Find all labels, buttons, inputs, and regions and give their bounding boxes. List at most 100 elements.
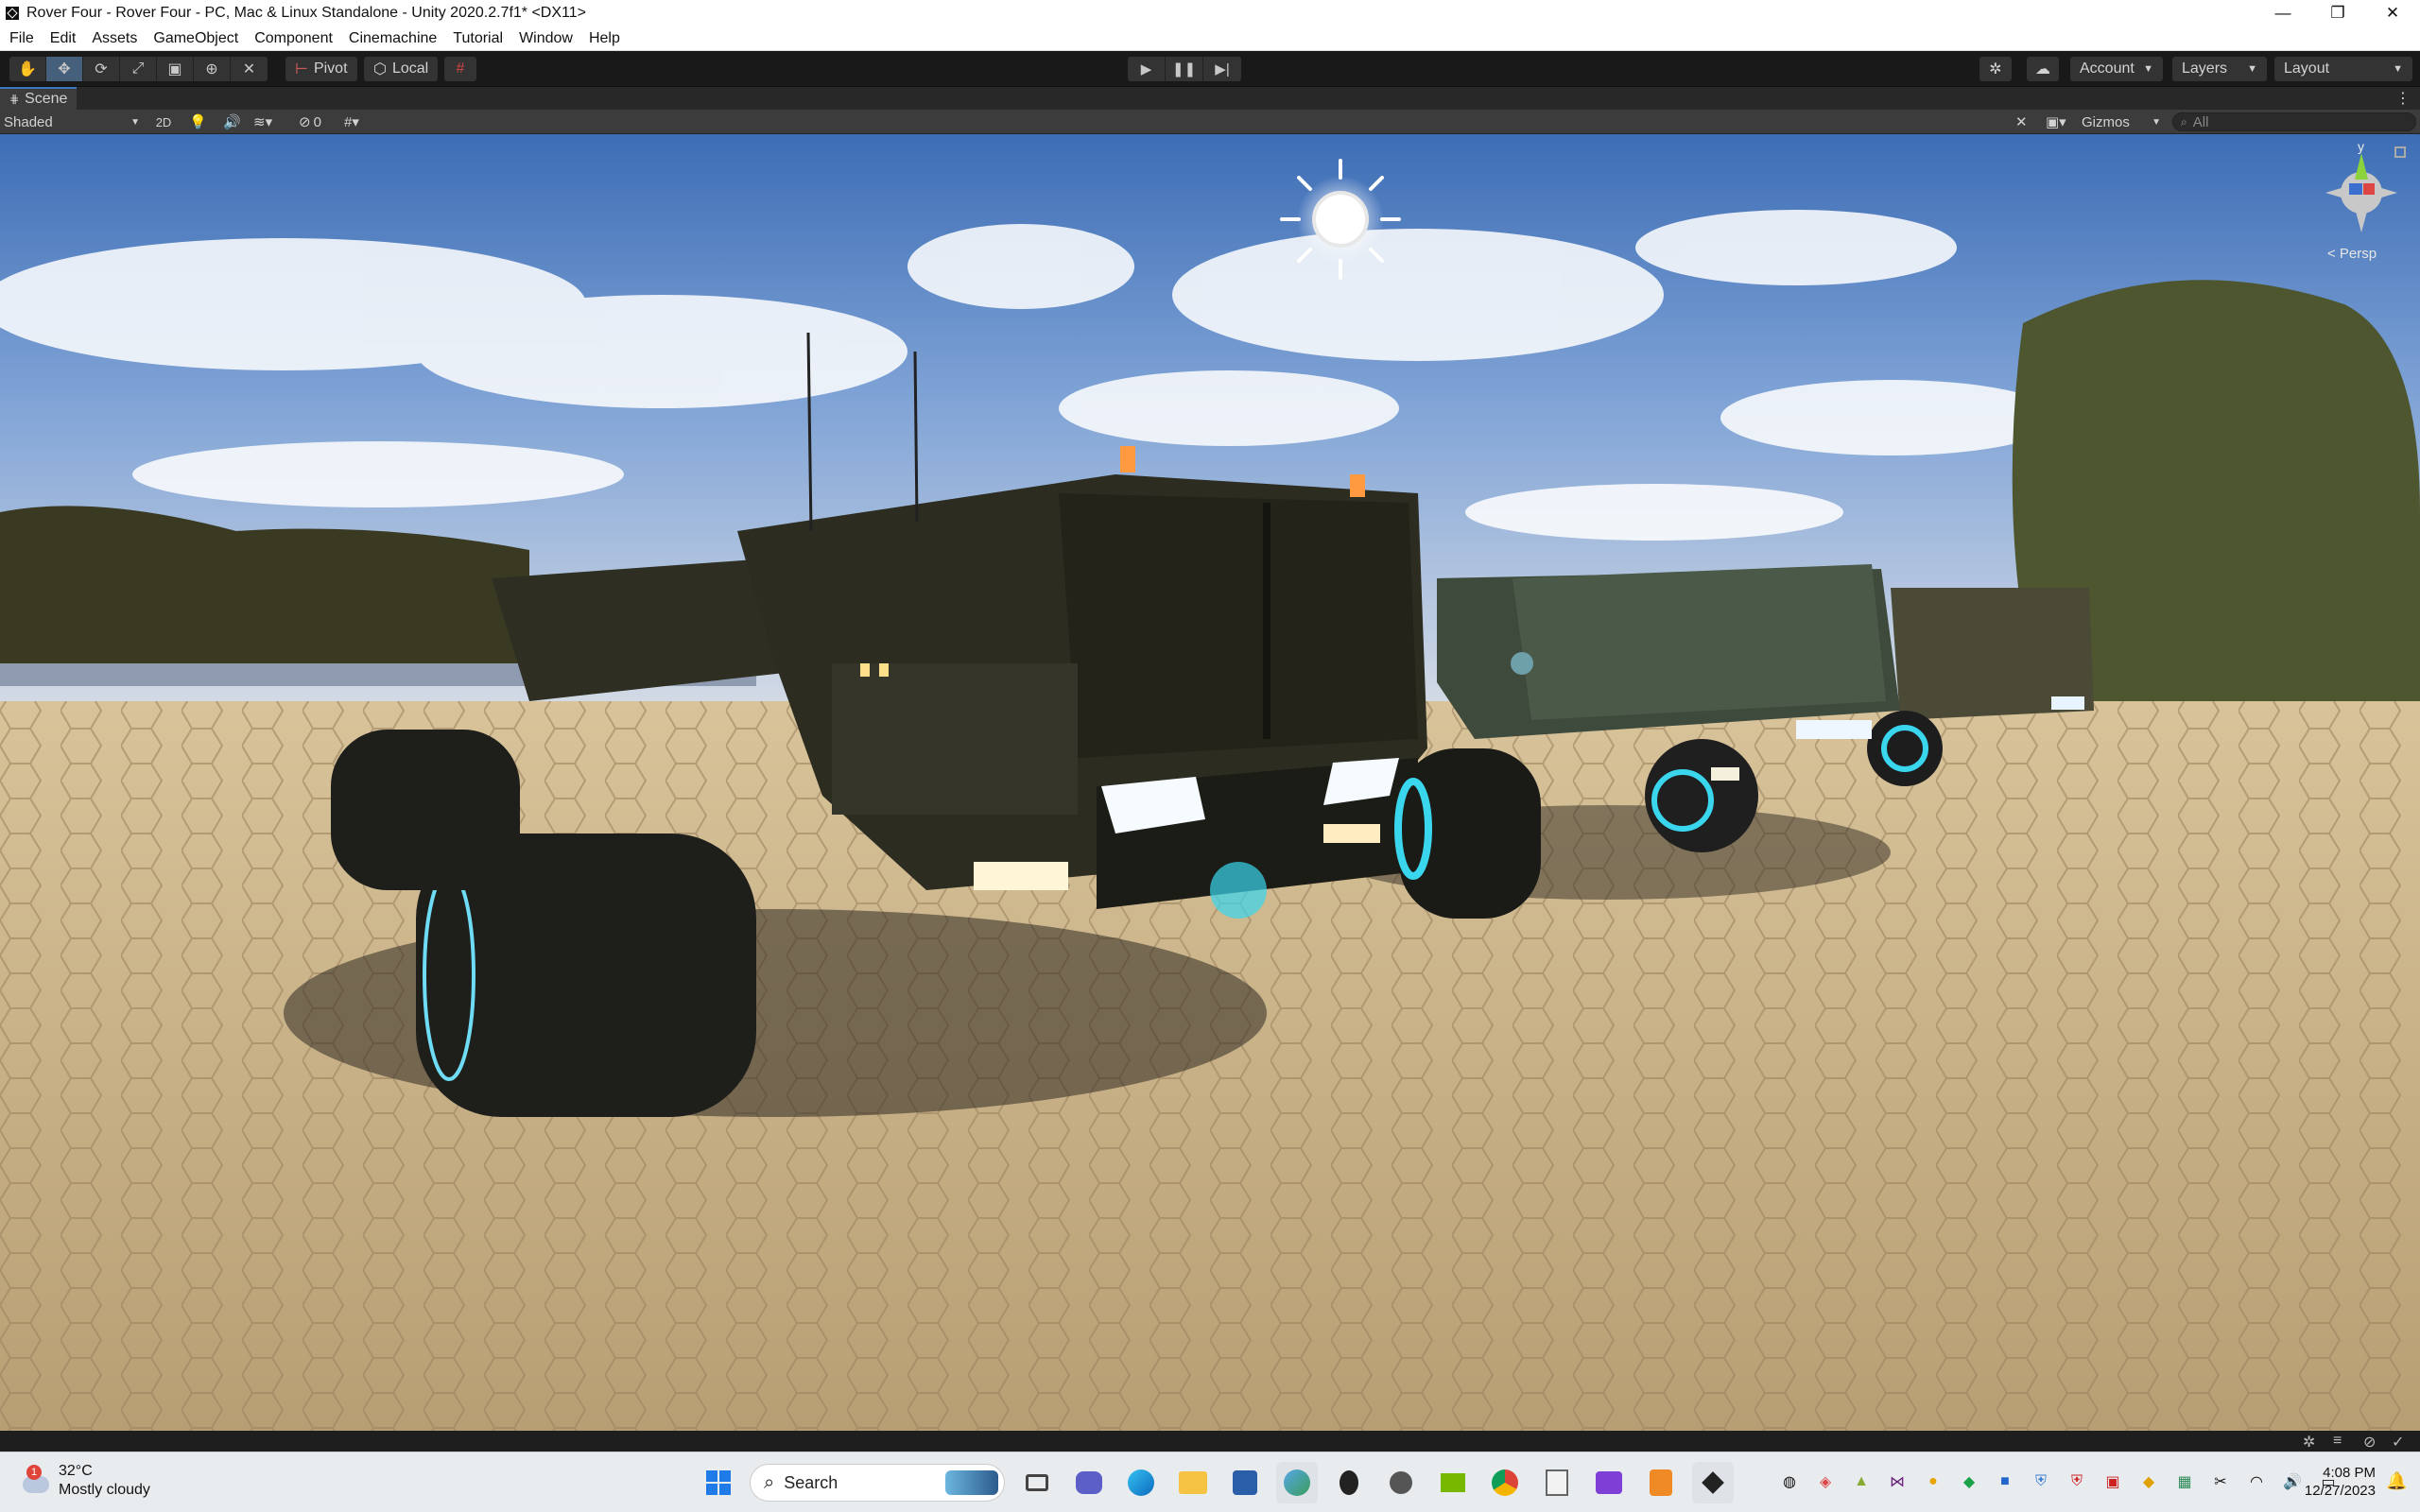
lighting-icon[interactable]: 💡 (189, 112, 207, 131)
pivot-label: Pivot (313, 60, 348, 77)
draw-mode-label: Shaded (4, 113, 53, 130)
chevron-down-icon: ▼ (2152, 116, 2161, 128)
step-button[interactable]: ▶| (1203, 57, 1241, 81)
rect-tool-icon[interactable]: ▣ (157, 57, 194, 81)
transform-tools: ✋ ✥ ⟳ ⤢ ▣ ⊕ ✕ (9, 57, 268, 81)
audio-icon[interactable]: 🔊 (223, 112, 241, 131)
tray-app-icon[interactable]: ▦ (2172, 1469, 2197, 1494)
hidden-count: 0 (313, 113, 321, 130)
custom-tool-icon[interactable]: ✕ (231, 57, 268, 81)
wifi-icon[interactable]: ◠ (2244, 1469, 2269, 1494)
sublime-icon[interactable] (1640, 1462, 1682, 1503)
weather-widget[interactable]: 1 32°C Mostly cloudy (19, 1462, 150, 1500)
tray-app-icon[interactable]: ⛨ (2065, 1469, 2089, 1494)
tray-app-icon[interactable]: ◆ (1957, 1469, 1981, 1494)
pivot-toggle[interactable]: ⊢ Pivot (285, 57, 357, 81)
gizmos-dropdown[interactable]: Gizmos ▼ (2082, 112, 2161, 131)
nvidia-icon[interactable] (1432, 1462, 1474, 1503)
menu-edit[interactable]: Edit (50, 30, 77, 47)
taskbar-apps: ⌕ Search (698, 1462, 1744, 1503)
tray-app-icon[interactable]: ■ (1993, 1469, 2017, 1494)
alien-app-icon[interactable] (1328, 1462, 1370, 1503)
visual-studio-icon[interactable]: ⋈ (1885, 1469, 1910, 1494)
scene-view-bar: Shaded ▼ 2D 💡 🔊 ≋▾ ⊘ 0 #▾ ✕ ▣▾ Gizmos ▼ … (0, 110, 2420, 134)
minimize-button[interactable]: — (2256, 0, 2310, 26)
taskbar-clock[interactable]: 4:08 PM 12/27/2023 (2292, 1464, 2376, 1500)
start-icon[interactable] (698, 1462, 739, 1503)
browser-icon[interactable] (1276, 1462, 1318, 1503)
layers-dropdown[interactable]: Layers ▼ (2172, 57, 2267, 81)
file-explorer-icon[interactable] (1172, 1462, 1214, 1503)
hand-tool-icon[interactable]: ✋ (9, 57, 46, 81)
menu-assets[interactable]: Assets (92, 30, 137, 47)
store-icon[interactable] (1224, 1462, 1266, 1503)
tab-scene[interactable]: ⋕ Scene (0, 87, 78, 110)
search-highlight-icon (945, 1470, 998, 1495)
unity-taskbar-icon[interactable] (1692, 1462, 1734, 1503)
grid-snap-button[interactable]: # (444, 57, 476, 81)
tray-app-icon[interactable]: ● (1921, 1469, 1945, 1494)
rotate-tool-icon[interactable]: ⟳ (83, 57, 120, 81)
edge-icon[interactable] (1120, 1462, 1162, 1503)
layers-status-icon[interactable]: ≡ (2333, 1433, 2342, 1450)
account-dropdown[interactable]: Account ▼ (2070, 57, 2163, 81)
tray-app-icon[interactable]: ◈ (1813, 1469, 1838, 1494)
weather-badge: 1 (26, 1465, 42, 1480)
draw-mode-dropdown[interactable]: Shaded ▼ (4, 112, 140, 131)
move-tool-icon[interactable]: ✥ (46, 57, 83, 81)
menu-cinemachine[interactable]: Cinemachine (349, 30, 437, 47)
task-view-icon[interactable] (1016, 1462, 1058, 1503)
clock-date: 12/27/2023 (2304, 1483, 2376, 1499)
check-icon[interactable]: ✓ (2392, 1433, 2404, 1452)
scene-search-input[interactable]: ⌕ All (2172, 112, 2416, 131)
tray-app-icon[interactable]: ▣ (2100, 1469, 2125, 1494)
tray-app-icon[interactable]: ✂ (2208, 1469, 2233, 1494)
play-button[interactable]: ▶ (1128, 57, 1166, 81)
os-taskbar: 1 32°C Mostly cloudy ⌕ Search ◍ ◈ ▲ ⋈ ● … (0, 1452, 2420, 1512)
game-app-icon[interactable] (1380, 1462, 1422, 1503)
xbox-icon[interactable]: ◍ (1777, 1469, 1802, 1494)
tray-app-icon[interactable]: ◆ (2136, 1469, 2161, 1494)
menu-file[interactable]: File (9, 30, 34, 47)
pivot-icon: ⊢ (295, 61, 308, 77)
hidden-objects-toggle[interactable]: ⊘ 0 (299, 112, 321, 131)
menu-gameobject[interactable]: GameObject (153, 30, 238, 47)
transform-tool-icon[interactable]: ⊕ (194, 57, 231, 81)
grid-visibility-icon[interactable]: #▾ (344, 112, 359, 131)
tools-icon[interactable]: ✕ (2015, 112, 2028, 131)
layout-dropdown[interactable]: Layout ▼ (2274, 57, 2412, 81)
collab-button[interactable]: ✲ (1979, 57, 2012, 81)
maximize-button[interactable]: ❐ (2310, 0, 2365, 26)
cloud-button[interactable]: ☁ (2027, 57, 2059, 81)
no-network-icon[interactable]: ⊘ (2363, 1433, 2376, 1452)
system-tray: ◍ ◈ ▲ ⋈ ● ◆ ■ ⛨ ⛨ ▣ ◆ ▦ ✂ ◠ 🔊 ▭ (1777, 1469, 2352, 1494)
notification-bell-icon[interactable]: 🔔 (2386, 1471, 2407, 1491)
menu-component[interactable]: Component (254, 30, 333, 47)
gizmo-axis-label: y (2358, 139, 2364, 154)
weather-desc: Mostly cloudy (59, 1482, 150, 1498)
pause-button[interactable]: ❚❚ (1166, 57, 1203, 81)
taskbar-search[interactable]: ⌕ Search (750, 1464, 1005, 1502)
menu-window[interactable]: Window (519, 30, 573, 47)
weather-temp: 32°C (59, 1463, 93, 1479)
menu-help[interactable]: Help (589, 30, 620, 47)
effects-icon[interactable]: ≋▾ (253, 112, 272, 131)
account-label: Account (2080, 60, 2135, 77)
clipchamp-icon[interactable] (1588, 1462, 1630, 1503)
defender-icon[interactable]: ⛨ (2029, 1469, 2053, 1494)
chrome-icon[interactable] (1484, 1462, 1526, 1503)
close-button[interactable]: ✕ (2365, 0, 2420, 26)
scale-tool-icon[interactable]: ⤢ (120, 57, 157, 81)
2d-toggle[interactable]: 2D (151, 112, 176, 131)
scene-viewport[interactable]: y < Persp (0, 134, 2420, 1431)
projection-label[interactable]: < Persp (2327, 246, 2377, 262)
tray-app-icon[interactable]: ▲ (1849, 1469, 1874, 1494)
camera-icon[interactable]: ▣▾ (2046, 112, 2066, 131)
paint-icon[interactable] (1536, 1462, 1578, 1503)
chat-icon[interactable] (1068, 1462, 1110, 1503)
local-toggle[interactable]: ⬡ Local (364, 57, 439, 81)
bug-icon[interactable]: ✲ (2303, 1433, 2315, 1452)
menu-tutorial[interactable]: Tutorial (453, 30, 503, 47)
scene-render: y (0, 134, 2420, 1431)
tab-menu-icon[interactable]: ⋮ (2395, 89, 2411, 108)
